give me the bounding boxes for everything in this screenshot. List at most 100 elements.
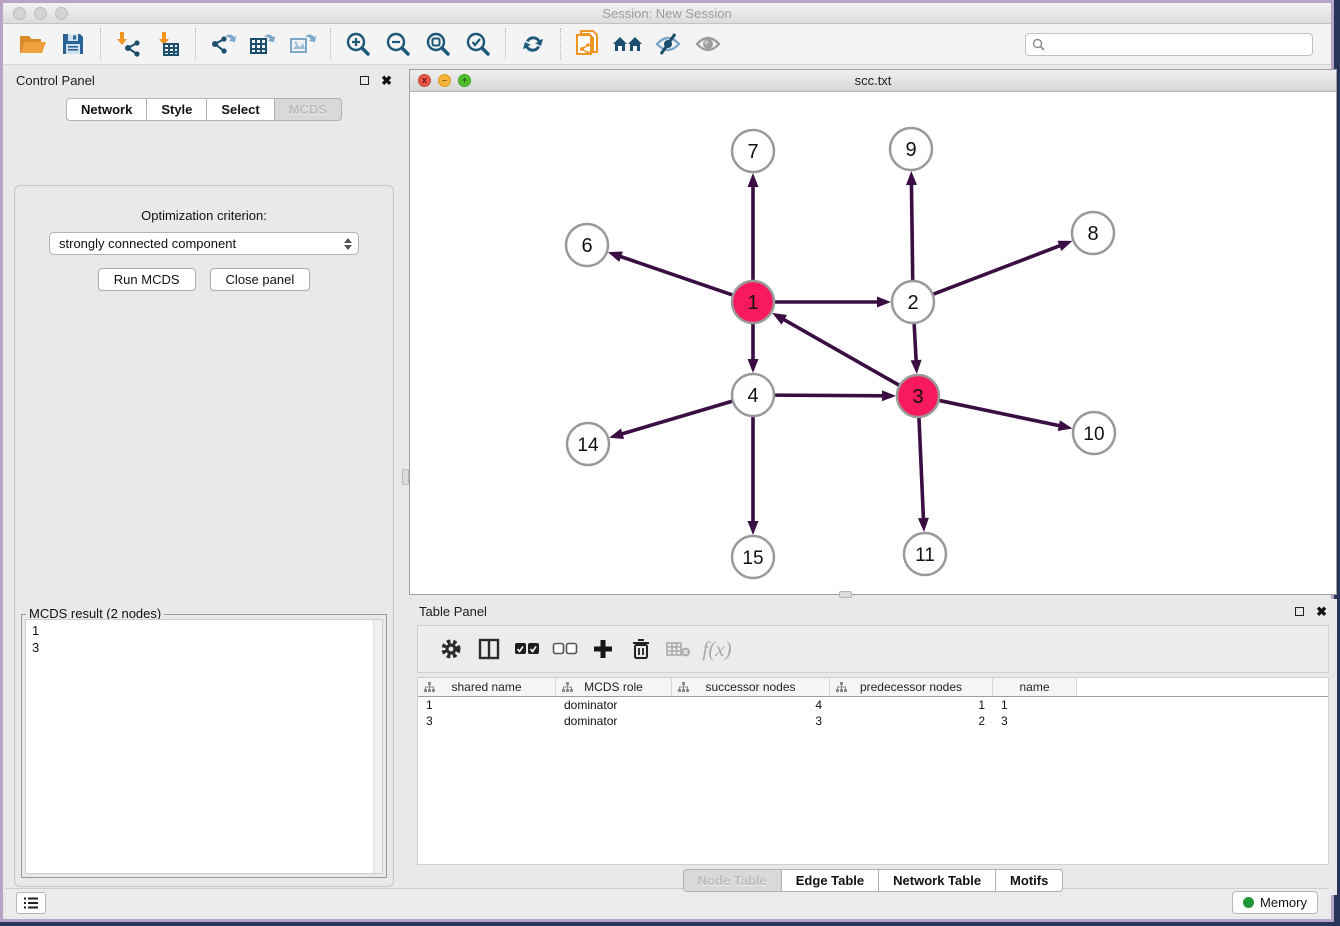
- import-network-icon[interactable]: [108, 27, 148, 61]
- arrowhead-3-10: [1058, 420, 1073, 431]
- tab-network[interactable]: Network: [66, 98, 147, 121]
- clone-network-icon[interactable]: [568, 27, 608, 61]
- mcds-tab-content: Optimization criterion: strongly connect…: [14, 185, 394, 887]
- zoom-out-icon[interactable]: [378, 27, 418, 61]
- table-row[interactable]: 1dominator411: [418, 697, 1328, 713]
- show-column-panel-icon[interactable]: [470, 631, 508, 667]
- cell-predecessor-nodes[interactable]: 1: [830, 698, 993, 712]
- table-row[interactable]: 3dominator323: [418, 713, 1328, 729]
- open-file-icon[interactable]: [13, 27, 53, 61]
- arrowhead-1-2: [877, 297, 891, 308]
- cell-MCDS-role[interactable]: dominator: [556, 714, 672, 728]
- cell-MCDS-role[interactable]: dominator: [556, 698, 672, 712]
- hide-selected-icon[interactable]: [648, 27, 688, 61]
- export-table-icon[interactable]: [243, 27, 283, 61]
- edge-1-6[interactable]: [617, 255, 733, 295]
- cell-predecessor-nodes[interactable]: 2: [830, 714, 993, 728]
- table-panel: Table Panel ✖: [409, 599, 1337, 895]
- edge-4-14[interactable]: [619, 401, 733, 435]
- tab-node-table[interactable]: Node Table: [683, 869, 782, 892]
- close-table-panel-icon[interactable]: ✖: [1316, 605, 1327, 618]
- toolbar-separator: [330, 28, 331, 60]
- edge-4-3[interactable]: [774, 395, 886, 396]
- arrowhead-2-9: [906, 171, 917, 185]
- zoom-in-icon[interactable]: [338, 27, 378, 61]
- export-image-icon[interactable]: [283, 27, 323, 61]
- column-header-shared-name[interactable]: shared name: [418, 678, 556, 696]
- arrowhead-1-4: [748, 359, 759, 373]
- vertical-splitter-handle[interactable]: [402, 469, 409, 485]
- edge-2-3[interactable]: [914, 323, 916, 364]
- edge-3-11[interactable]: [919, 417, 924, 522]
- mcds-result-text[interactable]: 1 3: [25, 619, 383, 874]
- cell-successor-nodes[interactable]: 4: [672, 698, 830, 712]
- add-row-icon[interactable]: [584, 631, 622, 667]
- task-history-button[interactable]: [16, 892, 46, 914]
- network-window-titlebar: x – + scc.txt: [410, 70, 1336, 92]
- float-panel-icon[interactable]: [360, 76, 369, 85]
- table-body: 1dominator4113dominator323: [418, 697, 1328, 729]
- refresh-layout-icon[interactable]: [513, 27, 553, 61]
- node-label-9: 9: [905, 139, 916, 161]
- status-bar: Memory: [6, 888, 1328, 916]
- memory-button[interactable]: Memory: [1232, 891, 1318, 914]
- node-label-6: 6: [581, 235, 592, 257]
- float-table-panel-icon[interactable]: [1295, 607, 1304, 616]
- import-table-icon[interactable]: [148, 27, 188, 61]
- optimization-criterion-dropdown[interactable]: strongly connected component: [49, 232, 359, 255]
- tab-motifs[interactable]: Motifs: [996, 869, 1063, 892]
- tab-mcds[interactable]: MCDS: [275, 98, 342, 121]
- save-icon[interactable]: [53, 27, 93, 61]
- application-window: Session: New Session: [0, 0, 1334, 922]
- delete-rows-icon[interactable]: [622, 631, 660, 667]
- cell-shared-name[interactable]: 1: [418, 698, 556, 712]
- column-header-name[interactable]: name: [993, 678, 1077, 696]
- select-all-checkboxes-icon[interactable]: [508, 631, 546, 667]
- cell-name[interactable]: 1: [993, 698, 1077, 712]
- tab-edge-table[interactable]: Edge Table: [782, 869, 879, 892]
- export-network-icon[interactable]: [203, 27, 243, 61]
- edge-3-1[interactable]: [781, 318, 900, 386]
- node-label-2: 2: [907, 292, 918, 314]
- search-icon: [1032, 38, 1045, 51]
- table-panel-header: Table Panel ✖: [409, 599, 1337, 623]
- show-selected-icon[interactable]: [688, 27, 728, 61]
- dropdown-value: strongly connected component: [59, 236, 236, 251]
- search-field[interactable]: [1025, 33, 1313, 56]
- zoom-fit-icon[interactable]: [418, 27, 458, 61]
- deselect-all-checkboxes-icon[interactable]: [546, 631, 584, 667]
- network-canvas[interactable]: 7968124314101511: [410, 93, 1336, 594]
- edge-3-10[interactable]: [939, 400, 1063, 426]
- result-scrollbar[interactable]: [373, 620, 382, 873]
- zoom-selected-icon[interactable]: [458, 27, 498, 61]
- run-mcds-button[interactable]: Run MCDS: [98, 268, 196, 291]
- cell-shared-name[interactable]: 3: [418, 714, 556, 728]
- edge-2-8[interactable]: [933, 244, 1064, 294]
- tab-style[interactable]: Style: [147, 98, 207, 121]
- table-settings-icon[interactable]: [432, 631, 470, 667]
- edge-2-9[interactable]: [911, 181, 912, 281]
- column-header-successor-nodes[interactable]: successor nodes: [672, 678, 830, 696]
- tab-select[interactable]: Select: [207, 98, 274, 121]
- column-header-predecessor-nodes[interactable]: predecessor nodes: [830, 678, 993, 696]
- toolbar-separator: [195, 28, 196, 60]
- network-graph[interactable]: 7968124314101511: [410, 93, 1336, 595]
- cell-successor-nodes[interactable]: 3: [672, 714, 830, 728]
- close-panel-button[interactable]: Close panel: [210, 268, 311, 291]
- search-input[interactable]: [1050, 37, 1306, 51]
- delete-table-icon[interactable]: [660, 631, 698, 667]
- optimization-criterion-label: Optimization criterion:: [15, 208, 393, 223]
- arrowhead-4-14: [609, 428, 624, 439]
- toolbar-separator: [560, 28, 561, 60]
- tab-network-table[interactable]: Network Table: [879, 869, 996, 892]
- horizontal-splitter-handle[interactable]: [839, 591, 852, 598]
- show-hide-panels-icon[interactable]: [608, 27, 648, 61]
- node-label-4: 4: [747, 385, 758, 407]
- close-panel-icon[interactable]: ✖: [381, 74, 392, 87]
- table-toolbar: f(x): [417, 625, 1329, 673]
- dropdown-stepper-icon: [344, 238, 352, 250]
- node-label-1: 1: [747, 292, 758, 314]
- column-header-MCDS-role[interactable]: MCDS role: [556, 678, 672, 696]
- node-label-7: 7: [747, 141, 758, 163]
- cell-name[interactable]: 3: [993, 714, 1077, 728]
